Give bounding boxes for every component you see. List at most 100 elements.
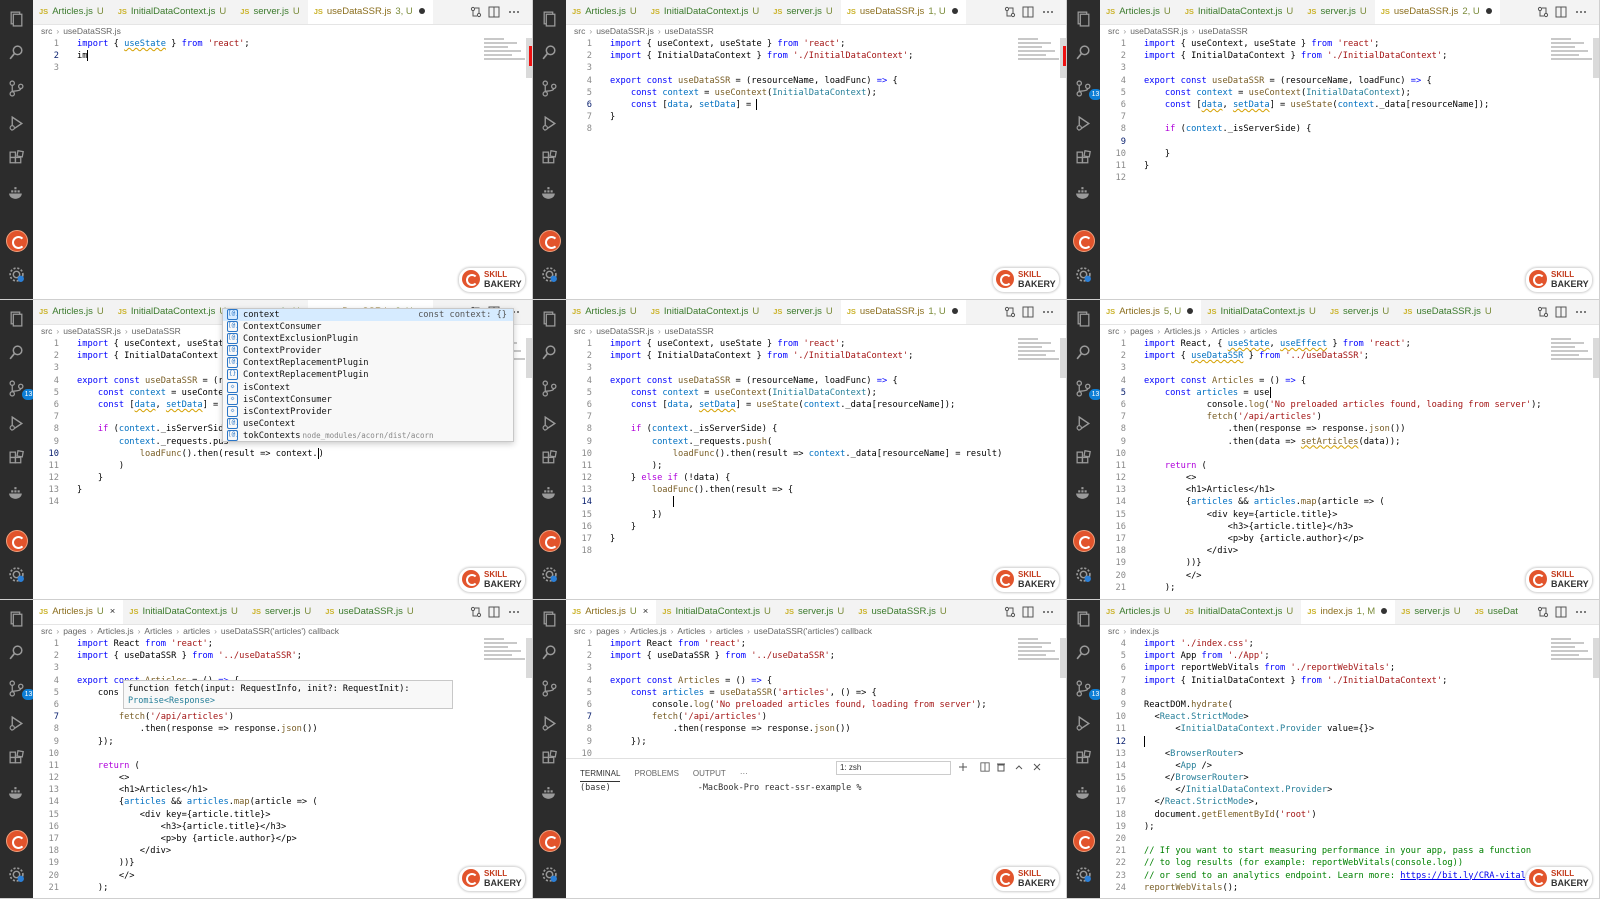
code-line[interactable]: 9 });: [33, 736, 532, 748]
manage-gear-icon[interactable]: [541, 566, 558, 583]
code-line[interactable]: 4 export const useDataSSR = (resourceName…: [566, 375, 1066, 387]
code-line[interactable]: 8 if (context._isServerSide) {: [566, 423, 1066, 435]
run-debug-icon[interactable]: [541, 415, 558, 432]
code-line[interactable]: 3: [1100, 362, 1599, 374]
search-icon[interactable]: [1075, 44, 1092, 61]
account-avatar-icon[interactable]: [539, 230, 561, 252]
code-line[interactable]: 9 ReactDOM.hydrate(: [1100, 699, 1599, 711]
breadcrumb-item[interactable]: src: [1108, 626, 1119, 636]
editor-tab[interactable]: JSserver.jsU: [779, 600, 852, 624]
suggestion-item[interactable]: [@] tokContexts node_modules/acorn/dist/ac…: [223, 429, 513, 442]
source-control-icon[interactable]: [8, 80, 25, 97]
suggestion-item[interactable]: [@] ContextConsumer: [223, 321, 513, 333]
extensions-icon[interactable]: [541, 450, 558, 467]
editor-tab[interactable]: JSInitialDataContext.jsU: [645, 300, 768, 324]
new-terminal-icon[interactable]: [958, 762, 968, 772]
code-line[interactable]: 15 <div key={article.title}>: [33, 809, 532, 821]
code-editor[interactable]: 1 import React from 'react'; 2 import { use…: [33, 638, 532, 894]
docker-icon[interactable]: [541, 185, 558, 202]
panel-tab[interactable]: ···: [740, 769, 748, 781]
suggestion-item[interactable]: ◇ isContextConsumer: [223, 393, 513, 406]
code-line[interactable]: 4 export const Articles = () => {: [566, 675, 1066, 687]
account-avatar-icon[interactable]: [6, 830, 28, 852]
search-icon[interactable]: [1075, 344, 1092, 361]
vertical-scrollbar[interactable]: [524, 638, 532, 818]
more-actions-icon[interactable]: [1042, 306, 1054, 318]
run-debug-icon[interactable]: [541, 715, 558, 732]
breadcrumb-item[interactable]: useDataSSR: [132, 326, 181, 336]
editor-tab[interactable]: JS Articles.js U: [566, 0, 645, 24]
suggestion-item[interactable]: [@] useContext: [223, 417, 513, 430]
editor-tab[interactable]: JS useDataSSR.js U: [319, 600, 421, 624]
manage-gear-icon[interactable]: [1075, 566, 1092, 583]
source-control-icon[interactable]: 13: [1075, 380, 1102, 400]
code-line[interactable]: 17 </React.StrictMode>,: [1100, 796, 1599, 808]
manage-gear-icon[interactable]: [1075, 866, 1092, 883]
breadcrumb-item[interactable]: useDataSSR('articles') callback: [221, 626, 339, 636]
editor-tab[interactable]: JS useDataSSR.js U: [1397, 300, 1499, 324]
editor-tab[interactable]: JS Articles.js U: [33, 300, 112, 324]
editor-tab[interactable]: JSserver.jsU: [1301, 0, 1374, 24]
minimap[interactable]: [1018, 338, 1060, 368]
breadcrumb-item[interactable]: useDataSSR.js: [63, 326, 121, 336]
split-editor-icon[interactable]: [1555, 306, 1567, 318]
breadcrumb-item[interactable]: src: [41, 626, 52, 636]
code-line[interactable]: 3: [566, 362, 1066, 374]
docker-icon[interactable]: [8, 785, 25, 802]
open-changes-icon[interactable]: [470, 6, 482, 18]
code-line[interactable]: 10 }: [1100, 148, 1599, 160]
editor-tab[interactable]: JS Articles.js U: [1100, 0, 1179, 24]
breadcrumb-item[interactable]: index.js: [1130, 626, 1159, 636]
source-control-icon[interactable]: [541, 680, 558, 697]
breadcrumb-item[interactable]: articles: [183, 626, 210, 636]
code-line[interactable]: 5 const context = useContext(InitialData…: [1100, 87, 1599, 99]
more-actions-icon[interactable]: [1575, 306, 1587, 318]
extensions-icon[interactable]: [541, 750, 558, 767]
breadcrumb-item[interactable]: src: [574, 626, 585, 636]
explorer-icon[interactable]: [1075, 610, 1092, 627]
code-line[interactable]: 11 <InitialDataContext.Provider value={}…: [1100, 723, 1599, 735]
code-line[interactable]: 16 }: [566, 521, 1066, 533]
scrollbar-thumb[interactable]: [1593, 38, 1599, 78]
editor-tab[interactable]: JSInitialDataContext.jsU: [656, 600, 779, 624]
vertical-scrollbar[interactable]: [1058, 38, 1066, 218]
minimap[interactable]: [1551, 338, 1593, 368]
code-line[interactable]: 13 <BrowserRouter>: [1100, 748, 1599, 760]
breadcrumb-item[interactable]: pages: [1130, 326, 1153, 336]
run-debug-icon[interactable]: [541, 115, 558, 132]
code-line[interactable]: 4 export const useDataSSR = (resourceName…: [1100, 75, 1599, 87]
code-editor[interactable]: 1 import React, { useState, useEffect } f…: [1100, 338, 1599, 594]
breadcrumb-item[interactable]: pages: [63, 626, 86, 636]
run-debug-icon[interactable]: [8, 715, 25, 732]
source-control-icon[interactable]: 13: [1075, 80, 1102, 100]
search-icon[interactable]: [1075, 644, 1092, 661]
code-line[interactable]: 7 fetch('/api/articles'): [33, 711, 532, 723]
code-line[interactable]: 21 // If you want to start measuring perf…: [1100, 845, 1599, 857]
code-line[interactable]: 10 loadFunc().then(result => context.): [33, 447, 532, 460]
editor-tab[interactable]: JSserver.jsU: [1395, 600, 1468, 624]
editor-tab[interactable]: JS useDataSSR.js 1, U: [840, 0, 966, 24]
unsaved-dot-icon[interactable]: [1485, 8, 1492, 15]
run-debug-icon[interactable]: [1075, 715, 1092, 732]
editor-tab[interactable]: JSInitialDataContext.jsU: [1201, 300, 1324, 324]
run-debug-icon[interactable]: [1075, 115, 1092, 132]
close-tab-icon[interactable]: ×: [110, 606, 116, 617]
breadcrumb-item[interactable]: src: [1108, 326, 1119, 336]
code-line[interactable]: 19 ))}: [1100, 557, 1599, 569]
open-changes-icon[interactable]: [1004, 306, 1016, 318]
code-line[interactable]: 7}: [566, 111, 1066, 123]
code-line[interactable]: 1 import React from 'react';: [33, 638, 532, 650]
code-line[interactable]: 3: [1100, 62, 1599, 74]
code-line[interactable]: 16 <h3>{article.title}</h3>: [1100, 521, 1599, 533]
code-line[interactable]: 10: [33, 748, 532, 760]
code-line[interactable]: 8: [566, 123, 1066, 135]
code-line[interactable]: 10 <React.StrictMode>: [1100, 711, 1599, 723]
split-editor-icon[interactable]: [1555, 6, 1567, 18]
code-line[interactable]: 9 .then(data => setArticles(data));: [1100, 436, 1599, 448]
split-editor-icon[interactable]: [1022, 306, 1034, 318]
code-line[interactable]: 5 import App from './App';: [1100, 650, 1599, 662]
editor-tab[interactable]: JSInitialDataContext.jsU: [1179, 0, 1302, 24]
maximize-panel-icon[interactable]: [1014, 762, 1024, 772]
source-control-icon[interactable]: 13: [1075, 680, 1102, 700]
breadcrumb-item[interactable]: src: [1108, 26, 1119, 36]
